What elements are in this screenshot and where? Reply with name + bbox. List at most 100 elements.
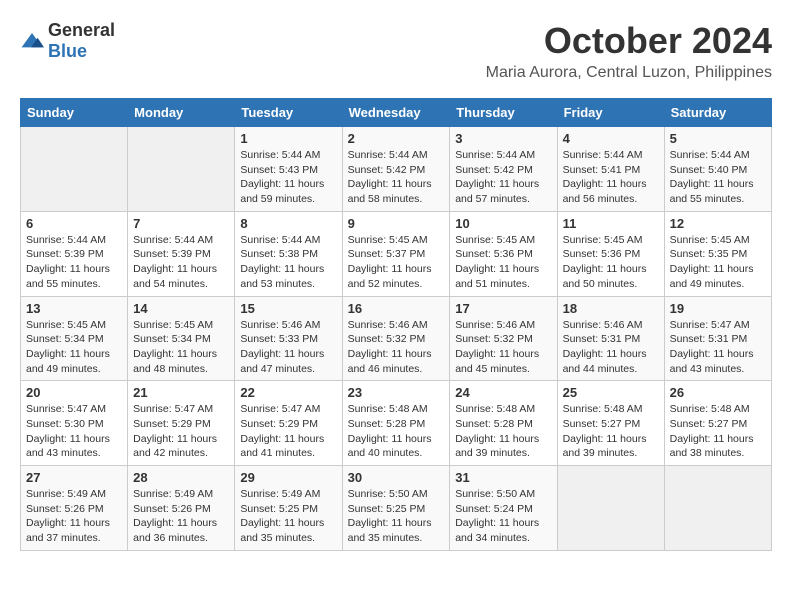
day-number: 8 <box>240 216 336 231</box>
day-info: Sunrise: 5:44 AMSunset: 5:43 PMDaylight:… <box>240 148 336 207</box>
calendar-cell: 4Sunrise: 5:44 AMSunset: 5:41 PMDaylight… <box>557 127 664 212</box>
day-number: 2 <box>348 131 445 146</box>
day-info: Sunrise: 5:47 AMSunset: 5:29 PMDaylight:… <box>240 402 336 461</box>
weekday-header-sunday: Sunday <box>21 99 128 127</box>
calendar-cell: 13 Sunrise: 5:45 AMSunset: 5:34 PMDayligh… <box>21 296 128 381</box>
day-info: Sunrise: 5:46 AMSunset: 5:32 PMDaylight:… <box>455 318 551 377</box>
calendar-cell: 30 Sunrise: 5:50 AMSunset: 5:25 PMDayligh… <box>342 466 450 551</box>
day-number: 20 <box>26 385 122 400</box>
day-number: 24 <box>455 385 551 400</box>
logo-general: General <box>48 20 115 40</box>
calendar-table: SundayMondayTuesdayWednesdayThursdayFrid… <box>20 98 772 551</box>
day-info: Sunrise: 5:49 AMSunset: 5:26 PMDaylight:… <box>26 487 122 546</box>
day-info: Sunrise: 5:46 AMSunset: 5:32 PMDaylight:… <box>348 318 445 377</box>
day-number: 10 <box>455 216 551 231</box>
day-info: Sunrise: 5:44 AMSunset: 5:40 PMDaylight:… <box>670 148 766 207</box>
calendar-cell <box>128 127 235 212</box>
day-info: Sunrise: 5:50 AMSunset: 5:25 PMDaylight:… <box>348 487 445 546</box>
calendar-cell <box>664 466 771 551</box>
day-info: Sunrise: 5:49 AMSunset: 5:25 PMDaylight:… <box>240 487 336 546</box>
calendar-cell: 1Sunrise: 5:44 AMSunset: 5:43 PMDaylight… <box>235 127 342 212</box>
calendar-cell: 16Sunrise: 5:46 AMSunset: 5:32 PMDayligh… <box>342 296 450 381</box>
day-info: Sunrise: 5:45 AMSunset: 5:37 PMDaylight:… <box>348 233 445 292</box>
calendar-cell: 8 Sunrise: 5:44 AMSunset: 5:38 PMDaylight… <box>235 211 342 296</box>
calendar-week-3: 13 Sunrise: 5:45 AMSunset: 5:34 PMDayligh… <box>21 296 772 381</box>
calendar-cell: 27Sunrise: 5:49 AMSunset: 5:26 PMDayligh… <box>21 466 128 551</box>
calendar-cell: 31 Sunrise: 5:50 AMSunset: 5:24 PMDayligh… <box>450 466 557 551</box>
day-info: Sunrise: 5:48 AMSunset: 5:28 PMDaylight:… <box>455 402 551 461</box>
calendar-cell: 22 Sunrise: 5:47 AMSunset: 5:29 PMDayligh… <box>235 381 342 466</box>
day-info: Sunrise: 5:45 AMSunset: 5:34 PMDaylight:… <box>133 318 229 377</box>
calendar-cell <box>21 127 128 212</box>
logo: General Blue <box>20 20 115 62</box>
calendar-cell: 9 Sunrise: 5:45 AMSunset: 5:37 PMDaylight… <box>342 211 450 296</box>
day-number: 14 <box>133 301 229 316</box>
calendar-cell: 29 Sunrise: 5:49 AMSunset: 5:25 PMDayligh… <box>235 466 342 551</box>
day-number: 28 <box>133 470 229 485</box>
calendar-week-5: 27Sunrise: 5:49 AMSunset: 5:26 PMDayligh… <box>21 466 772 551</box>
calendar-cell: 6 Sunrise: 5:44 AMSunset: 5:39 PMDaylight… <box>21 211 128 296</box>
day-info: Sunrise: 5:44 AMSunset: 5:39 PMDaylight:… <box>26 233 122 292</box>
day-number: 4 <box>563 131 659 146</box>
day-info: Sunrise: 5:50 AMSunset: 5:24 PMDaylight:… <box>455 487 551 546</box>
calendar-cell: 11Sunrise: 5:45 AMSunset: 5:36 PMDayligh… <box>557 211 664 296</box>
day-number: 5 <box>670 131 766 146</box>
calendar-cell: 28Sunrise: 5:49 AMSunset: 5:26 PMDayligh… <box>128 466 235 551</box>
calendar-cell: 12Sunrise: 5:45 AMSunset: 5:35 PMDayligh… <box>664 211 771 296</box>
day-info: Sunrise: 5:46 AMSunset: 5:33 PMDaylight:… <box>240 318 336 377</box>
weekday-header-monday: Monday <box>128 99 235 127</box>
day-info: Sunrise: 5:44 AMSunset: 5:38 PMDaylight:… <box>240 233 336 292</box>
day-info: Sunrise: 5:45 AMSunset: 5:35 PMDaylight:… <box>670 233 766 292</box>
calendar-cell: 14 Sunrise: 5:45 AMSunset: 5:34 PMDayligh… <box>128 296 235 381</box>
weekday-header-wednesday: Wednesday <box>342 99 450 127</box>
day-number: 31 <box>455 470 551 485</box>
calendar-cell: 24 Sunrise: 5:48 AMSunset: 5:28 PMDayligh… <box>450 381 557 466</box>
calendar-cell: 3Sunrise: 5:44 AMSunset: 5:42 PMDaylight… <box>450 127 557 212</box>
calendar-cell: 23 Sunrise: 5:48 AMSunset: 5:28 PMDayligh… <box>342 381 450 466</box>
day-number: 30 <box>348 470 445 485</box>
day-number: 19 <box>670 301 766 316</box>
calendar-cell: 19 Sunrise: 5:47 AMSunset: 5:31 PMDayligh… <box>664 296 771 381</box>
calendar-cell: 10 Sunrise: 5:45 AMSunset: 5:36 PMDayligh… <box>450 211 557 296</box>
day-info: Sunrise: 5:47 AMSunset: 5:31 PMDaylight:… <box>670 318 766 377</box>
calendar-week-4: 20Sunrise: 5:47 AMSunset: 5:30 PMDayligh… <box>21 381 772 466</box>
location-title: Maria Aurora, Central Luzon, Philippines <box>486 64 772 82</box>
calendar-cell: 2Sunrise: 5:44 AMSunset: 5:42 PMDaylight… <box>342 127 450 212</box>
day-number: 3 <box>455 131 551 146</box>
day-info: Sunrise: 5:45 AMSunset: 5:34 PMDaylight:… <box>26 318 122 377</box>
day-number: 18 <box>563 301 659 316</box>
day-number: 21 <box>133 385 229 400</box>
day-number: 26 <box>670 385 766 400</box>
day-number: 22 <box>240 385 336 400</box>
day-number: 25 <box>563 385 659 400</box>
day-info: Sunrise: 5:48 AMSunset: 5:28 PMDaylight:… <box>348 402 445 461</box>
calendar-cell: 20Sunrise: 5:47 AMSunset: 5:30 PMDayligh… <box>21 381 128 466</box>
day-info: Sunrise: 5:44 AMSunset: 5:39 PMDaylight:… <box>133 233 229 292</box>
calendar-cell: 17 Sunrise: 5:46 AMSunset: 5:32 PMDayligh… <box>450 296 557 381</box>
calendar-cell: 15 Sunrise: 5:46 AMSunset: 5:33 PMDayligh… <box>235 296 342 381</box>
day-number: 15 <box>240 301 336 316</box>
logo-text: General Blue <box>48 20 115 62</box>
calendar-cell: 18 Sunrise: 5:46 AMSunset: 5:31 PMDayligh… <box>557 296 664 381</box>
day-info: Sunrise: 5:46 AMSunset: 5:31 PMDaylight:… <box>563 318 659 377</box>
day-info: Sunrise: 5:45 AMSunset: 5:36 PMDaylight:… <box>455 233 551 292</box>
day-number: 13 <box>26 301 122 316</box>
day-number: 29 <box>240 470 336 485</box>
day-number: 6 <box>26 216 122 231</box>
weekday-header-thursday: Thursday <box>450 99 557 127</box>
month-title: October 2024 <box>486 20 772 62</box>
day-number: 7 <box>133 216 229 231</box>
day-info: Sunrise: 5:47 AMSunset: 5:29 PMDaylight:… <box>133 402 229 461</box>
weekday-header-saturday: Saturday <box>664 99 771 127</box>
logo-blue: Blue <box>48 41 87 61</box>
calendar-cell: 21 Sunrise: 5:47 AMSunset: 5:29 PMDayligh… <box>128 381 235 466</box>
logo-icon <box>20 31 44 51</box>
day-number: 17 <box>455 301 551 316</box>
calendar-cell: 7 Sunrise: 5:44 AMSunset: 5:39 PMDaylight… <box>128 211 235 296</box>
day-number: 23 <box>348 385 445 400</box>
day-number: 9 <box>348 216 445 231</box>
day-info: Sunrise: 5:45 AMSunset: 5:36 PMDaylight:… <box>563 233 659 292</box>
calendar-week-2: 6 Sunrise: 5:44 AMSunset: 5:39 PMDaylight… <box>21 211 772 296</box>
page-header: General Blue October 2024 Maria Aurora, … <box>20 20 772 82</box>
day-info: Sunrise: 5:48 AMSunset: 5:27 PMDaylight:… <box>563 402 659 461</box>
